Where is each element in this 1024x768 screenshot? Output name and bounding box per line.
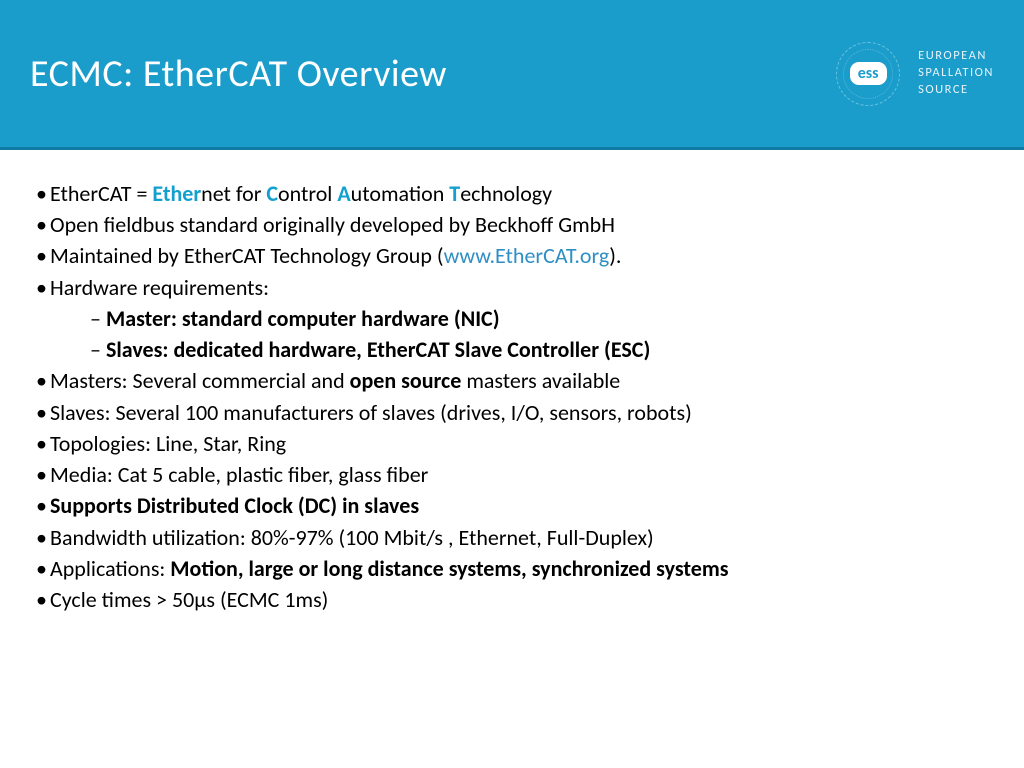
bullet-item: Media: Cat 5 cable, plastic fiber, glass… (36, 459, 988, 490)
bullet-item: Slaves: Several 100 manufacturers of sla… (36, 397, 988, 428)
bullet-item: Topologies: Line, Star, Ring (36, 428, 988, 459)
bullet-item: Applications: Motion, large or long dist… (36, 553, 988, 584)
bullet-item: Bandwidth utilization: 80%-97% (100 Mbit… (36, 522, 988, 553)
bullet-item: Maintained by EtherCAT Technology Group … (36, 240, 988, 271)
brand-line-3: SOURCE (918, 82, 994, 99)
bullet-item: Open fieldbus standard originally develo… (36, 209, 988, 240)
ethercat-link[interactable]: www.EtherCAT.org (444, 242, 610, 269)
bullet-list: EtherCAT = Ethernet for Control Automati… (36, 178, 988, 303)
brand-block: ess EUROPEAN SPALLATION SOURCE (836, 42, 994, 106)
bullet-item: Hardware requirements: (36, 272, 988, 303)
brand-line-1: EUROPEAN (918, 48, 994, 65)
bullet-item: EtherCAT = Ethernet for Control Automati… (36, 178, 988, 209)
brand-text: EUROPEAN SPALLATION SOURCE (918, 48, 994, 99)
sub-bullet-list: Master: standard computer hardware (NIC)… (36, 303, 988, 365)
ess-logo-text: ess (850, 62, 887, 85)
bullet-item: Masters: Several commercial and open sou… (36, 365, 988, 396)
sub-bullet-item: Slaves: dedicated hardware, EtherCAT Sla… (90, 334, 988, 365)
brand-line-2: SPALLATION (918, 65, 994, 82)
bullet-list: Masters: Several commercial and open sou… (36, 365, 988, 615)
sub-bullet-item: Master: standard computer hardware (NIC) (90, 303, 988, 334)
bullet-item: Supports Distributed Clock (DC) in slave… (36, 490, 988, 521)
slide-title: ECMC: EtherCAT Overview (30, 51, 447, 97)
slide-content: EtherCAT = Ethernet for Control Automati… (0, 150, 1024, 615)
ess-logo-icon: ess (836, 42, 900, 106)
slide-header: ECMC: EtherCAT Overview ess EUROPEAN SPA… (0, 0, 1024, 150)
bullet-item: Cycle times > 50µs (ECMC 1ms) (36, 584, 988, 615)
